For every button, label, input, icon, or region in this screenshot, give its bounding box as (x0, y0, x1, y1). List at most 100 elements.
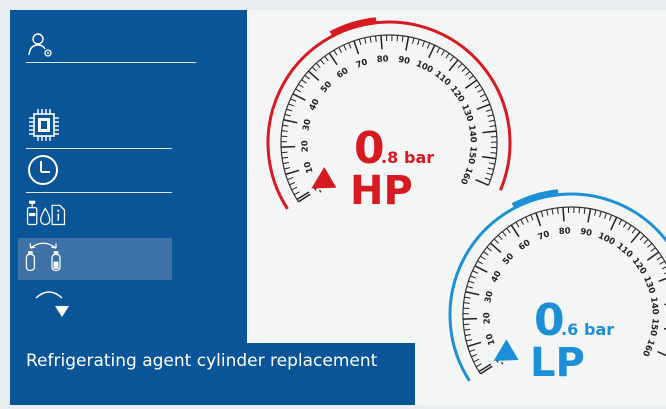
lp-tick-label: 70 (537, 229, 552, 242)
hp-tick (446, 53, 449, 58)
user-gear-icon[interactable] (26, 28, 66, 62)
hp-tick (281, 147, 295, 148)
lp-tick-label: 110 (614, 241, 634, 260)
hp-tick (475, 85, 480, 88)
lp-tick-label: 140 (648, 296, 660, 315)
lp-tick (464, 329, 470, 330)
lp-tick (516, 222, 519, 227)
hp-tick (491, 153, 497, 154)
hp-tick (284, 120, 298, 123)
hp-tick (287, 178, 293, 180)
lp-tick-label: 130 (641, 275, 657, 295)
lp-tick-label: 20 (482, 312, 492, 324)
hp-tick-label: 40 (308, 97, 322, 112)
chevron-down-icon[interactable] (55, 302, 95, 322)
hp-tick-label: 100 (414, 59, 434, 76)
hp-tick-label: 90 (397, 55, 411, 67)
hp-tick (375, 36, 376, 42)
hp-accent-arc (331, 21, 376, 35)
hp-gauge: -110203040506070809010011012013014015016… (268, 21, 510, 214)
lp-tick-label: 50 (501, 252, 516, 268)
hp-tick-label: 140 (466, 124, 478, 143)
lp-tick (470, 276, 476, 278)
hp-tick (281, 152, 287, 153)
hp-tick (441, 50, 444, 55)
lp-tick-label: 160 (640, 338, 656, 358)
hp-tick (482, 99, 487, 101)
hp-tick (465, 80, 476, 88)
gauge-area: -110203040506070809010011012013014015016… (254, 10, 666, 405)
hp-tick (285, 114, 291, 116)
hp-label: HP (350, 168, 413, 214)
hp-tick (465, 71, 469, 75)
hp-tick (413, 38, 414, 44)
hp-tick (418, 39, 420, 45)
lp-tick (658, 352, 666, 357)
hp-tick (458, 64, 462, 68)
hp-tick (325, 56, 329, 61)
lp-tick (475, 266, 487, 272)
oil-drop-info-icon[interactable] (26, 196, 66, 230)
lp-tick (623, 222, 626, 227)
hp-tick (282, 131, 288, 132)
hp-tick (305, 75, 310, 79)
hp-tick (469, 76, 474, 80)
lp-tick (467, 286, 473, 288)
hp-tick-label: 20 (300, 140, 310, 152)
chip-icon[interactable] (26, 108, 66, 142)
hp-tick-label: 10 (303, 160, 316, 174)
hp-tick (283, 162, 289, 163)
hp-tick (286, 170, 299, 174)
lp-tick (474, 359, 479, 362)
lp-value-dec: .6 (561, 320, 578, 339)
hp-tick (486, 110, 492, 112)
sidebar-divider (26, 62, 196, 63)
lp-tick-label: 120 (630, 256, 649, 276)
hp-tick (381, 35, 382, 49)
lp-tick (472, 271, 477, 273)
hp-tick-label: 110 (432, 69, 452, 88)
hp-tick (482, 157, 496, 159)
hp-tick (294, 192, 299, 195)
lp-tick (464, 297, 470, 298)
lp-tick (468, 281, 474, 283)
lp-tick (463, 324, 469, 325)
lp-tick (484, 252, 489, 256)
hp-tick (486, 173, 492, 175)
hp-tick (295, 89, 300, 92)
lp-tick-label: 10 (485, 332, 498, 346)
hp-tick (437, 48, 440, 53)
lp-tick (466, 340, 472, 341)
lp-tick (600, 211, 602, 217)
hp-tick (477, 104, 490, 109)
hp-tick-label: 70 (355, 57, 370, 70)
lp-tick (487, 247, 492, 251)
lp-tick-label: 150 (647, 318, 659, 337)
hp-tick (282, 125, 288, 126)
lp-tick (469, 350, 475, 352)
lp-tick (471, 354, 477, 356)
hp-tick (292, 187, 297, 190)
hp-tick (489, 120, 495, 121)
cylinder-swap-icon[interactable] (24, 239, 64, 273)
hp-tick (476, 180, 489, 185)
lp-tick (468, 342, 481, 346)
hp-tick (450, 56, 454, 61)
hp-tick (480, 94, 485, 97)
lp-tick (611, 217, 617, 230)
lp-tick (647, 252, 658, 260)
lp-tick (628, 225, 631, 230)
hp-tick (329, 53, 337, 65)
hp-tick (289, 182, 295, 184)
lp-tick (657, 257, 662, 260)
clock-icon[interactable] (26, 153, 66, 187)
hp-tick-label: 120 (448, 84, 467, 104)
lp-tick (647, 243, 651, 247)
lp-tick (640, 236, 644, 240)
hp-tick-label: 50 (319, 80, 334, 96)
lp-tick (605, 213, 607, 219)
lp-unit: bar (584, 320, 614, 339)
hp-value-dec: .8 (381, 148, 398, 167)
hp-tick (302, 80, 307, 84)
lp-tick (476, 364, 481, 367)
